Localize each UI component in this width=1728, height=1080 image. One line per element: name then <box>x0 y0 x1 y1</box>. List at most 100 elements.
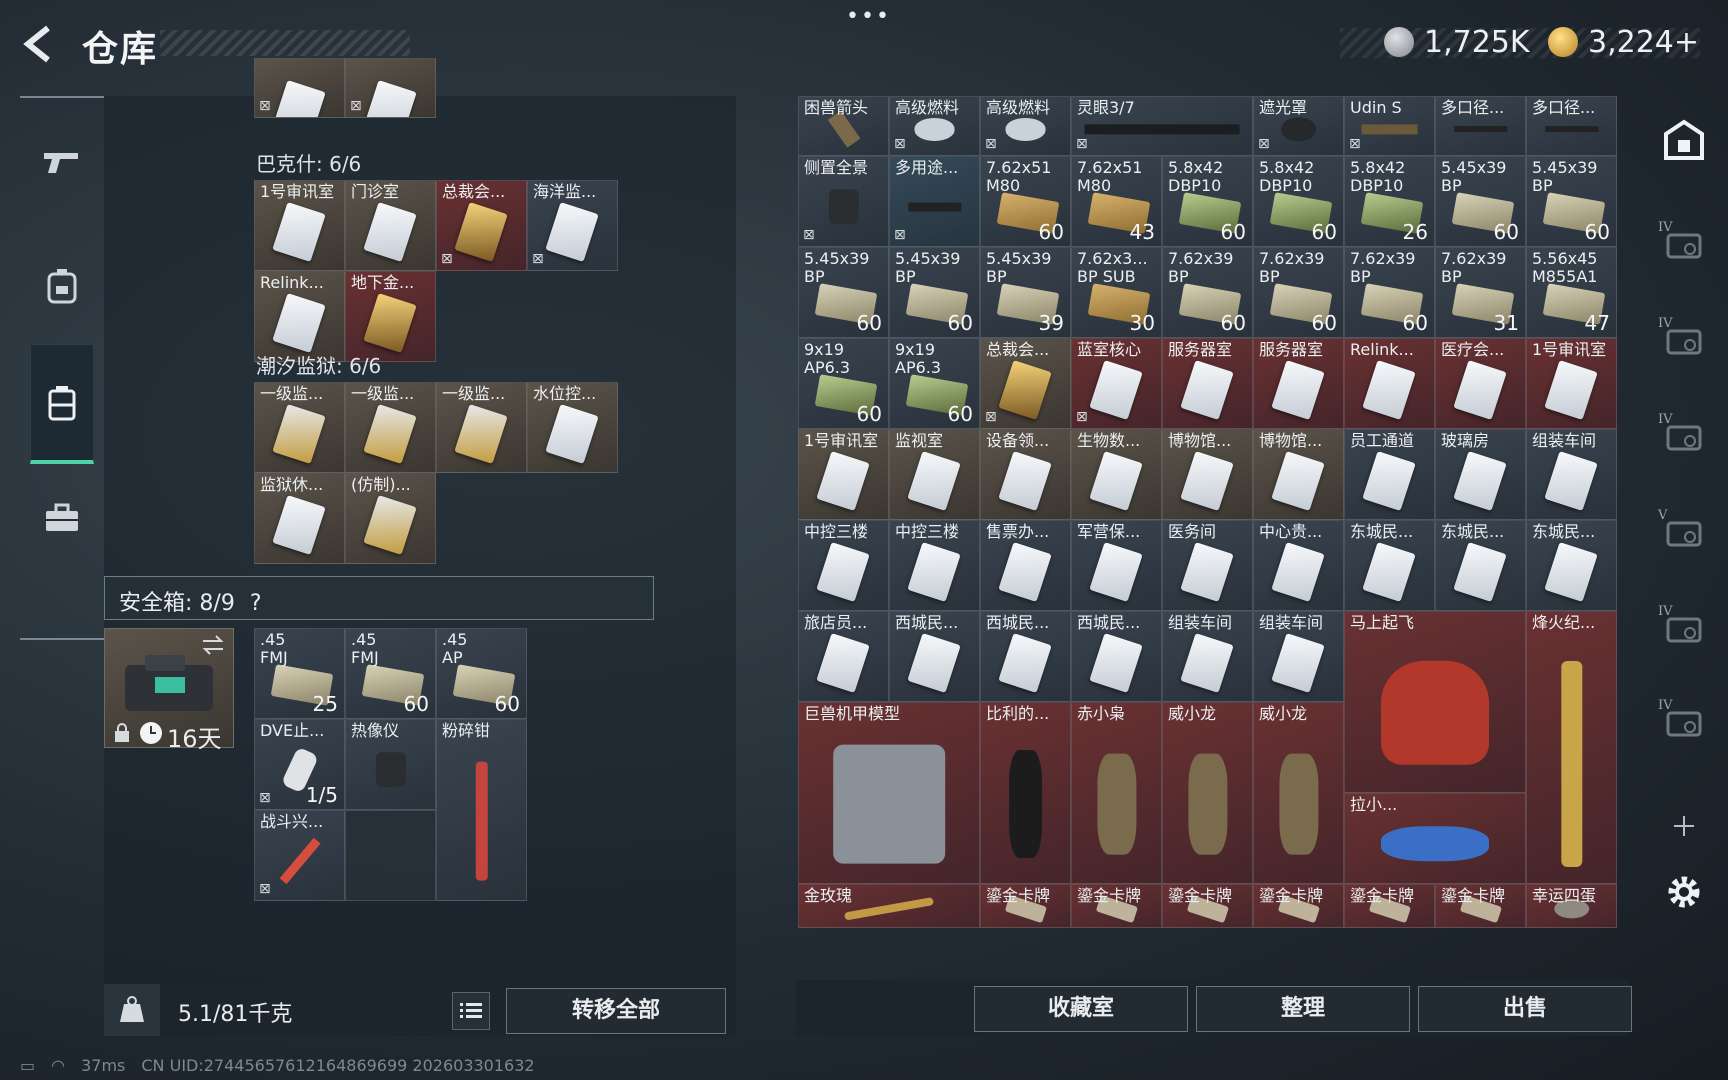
collectible-item[interactable]: 鎏金卡牌 <box>980 884 1071 928</box>
storage-item[interactable]: 中心贵... <box>1253 520 1344 611</box>
storage-item[interactable]: 设备领... <box>980 429 1071 520</box>
collectible-item[interactable]: 马上起飞 <box>1344 611 1526 793</box>
collectible-item[interactable]: 赤小枭 <box>1071 702 1162 884</box>
storage-item[interactable]: 7.62x51 M80 43 <box>1071 156 1162 247</box>
storage-item[interactable]: 1号审讯室 <box>1526 338 1617 429</box>
collectible-item[interactable]: 威小龙 <box>1162 702 1253 884</box>
storage-item[interactable]: 服务器室 <box>1162 338 1253 429</box>
help-icon[interactable]: ? <box>250 591 262 616</box>
storage-item[interactable]: 总裁会... ⊠ <box>980 338 1071 429</box>
storage-item[interactable]: 组装车间 <box>1253 611 1344 702</box>
storage-item[interactable]: 玻璃房 <box>1435 429 1526 520</box>
keycard-item[interactable]: 1号审讯室 <box>254 180 345 271</box>
collectible-item[interactable]: 鎏金卡牌 <box>1071 884 1162 928</box>
more-menu-icon[interactable]: ••• <box>846 4 891 29</box>
rail-settings[interactable] <box>1652 862 1716 926</box>
storage-item[interactable]: 遮光罩 ⊠ <box>1253 96 1344 156</box>
transfer-all-button[interactable]: 转移全部 <box>506 988 726 1034</box>
back-arrow-icon[interactable] <box>18 22 62 66</box>
storage-item[interactable]: 中控三楼 <box>889 520 980 611</box>
storage-item[interactable]: ⊠ <box>254 58 345 118</box>
storage-item[interactable]: 5.45x39 BP 60 <box>1435 156 1526 247</box>
list-view-button[interactable] <box>452 992 490 1030</box>
storage-item[interactable]: 9x19 AP6.3 60 <box>798 338 889 429</box>
empty-slot[interactable] <box>345 810 436 901</box>
rail-weapon[interactable] <box>30 102 94 222</box>
collectible-item[interactable]: 鎏金卡牌 <box>1344 884 1435 928</box>
rail-briefcase[interactable] <box>30 458 94 578</box>
rail-slot-iv-4[interactable]: IV <box>1652 598 1716 662</box>
keycard-item[interactable]: 一级监... <box>254 382 345 473</box>
sell-button[interactable]: 出售 <box>1418 986 1632 1032</box>
storage-item[interactable]: 7.62x39 BP 60 <box>1344 247 1435 338</box>
collectible-item[interactable]: 威小龙 <box>1253 702 1344 884</box>
storage-item[interactable]: 5.45x39 BP 60 <box>1526 156 1617 247</box>
storage-item[interactable]: 困兽箭头 <box>798 96 889 156</box>
collectible-item[interactable]: 巨兽机甲模型 <box>798 702 980 884</box>
storage-item[interactable]: 组装车间 <box>1162 611 1253 702</box>
storage-item[interactable]: 1号审讯室 <box>798 429 889 520</box>
safe-item[interactable]: 热像仪 <box>345 719 436 810</box>
storage-item[interactable]: 多口径... <box>1435 96 1526 156</box>
storage-item[interactable]: 高级燃料 ⊠ <box>889 96 980 156</box>
storage-item[interactable]: 博物馆... <box>1162 429 1253 520</box>
storage-item[interactable]: 侧置全景 ⊠ <box>798 156 889 247</box>
collection-room-button[interactable]: 收藏室 <box>974 986 1188 1032</box>
storage-item[interactable]: 5.8x42 DBP10 26 <box>1344 156 1435 247</box>
storage-item[interactable]: 员工通道 <box>1344 429 1435 520</box>
storage-item[interactable]: 多用途... ⊠ <box>889 156 980 247</box>
storage-item[interactable]: 蓝室核心 ⊠ <box>1071 338 1162 429</box>
rail-backpack[interactable] <box>30 226 94 346</box>
keycard-item[interactable]: 监狱休... <box>254 473 345 564</box>
collectible-item[interactable]: 幸运四蛋 <box>1526 884 1617 928</box>
storage-item[interactable]: 7.62x3... BP SUB 30 <box>1071 247 1162 338</box>
collectible-item[interactable]: 烽火纪... <box>1526 611 1617 884</box>
storage-item[interactable]: 医务间 <box>1162 520 1253 611</box>
storage-item[interactable]: 5.45x39 BP 60 <box>889 247 980 338</box>
storage-item[interactable]: 西城民... <box>980 611 1071 702</box>
storage-item[interactable]: 生物数... <box>1071 429 1162 520</box>
storage-item[interactable]: 服务器室 <box>1253 338 1344 429</box>
keycard-item[interactable]: Relink... <box>254 271 345 362</box>
storage-item[interactable]: 东城民... <box>1344 520 1435 611</box>
safe-item[interactable]: .45 FMJ 60 <box>345 628 436 719</box>
storage-item[interactable]: 组装车间 <box>1526 429 1617 520</box>
storage-item[interactable]: ⊠ <box>345 58 436 118</box>
storage-item[interactable]: 5.56x45 M855A1 47 <box>1526 247 1617 338</box>
collectible-item[interactable]: 拉小... <box>1344 793 1526 884</box>
storage-item[interactable]: 5.8x42 DBP10 60 <box>1253 156 1344 247</box>
rail-slot-iv-5[interactable]: IV <box>1652 692 1716 756</box>
rail-storage[interactable] <box>30 344 94 464</box>
storage-item[interactable]: 7.62x51 M80 60 <box>980 156 1071 247</box>
keycard-item[interactable]: 地下金... <box>345 271 436 362</box>
collectible-item[interactable]: 鎏金卡牌 <box>1435 884 1526 928</box>
sort-button[interactable]: 整理 <box>1196 986 1410 1032</box>
safe-item[interactable]: 战斗兴... ⊠ <box>254 810 345 901</box>
rail-home[interactable] <box>1652 110 1716 174</box>
storage-item[interactable]: 售票办... <box>980 520 1071 611</box>
storage-item[interactable]: 5.45x39 BP 60 <box>798 247 889 338</box>
keycard-item[interactable]: 总裁会... ⊠ <box>436 180 527 271</box>
keycard-item[interactable]: 水位控... <box>527 382 618 473</box>
storage-item[interactable]: Udin S ⊠ <box>1344 96 1435 156</box>
collectible-item[interactable]: 鎏金卡牌 <box>1253 884 1344 928</box>
collectible-item[interactable]: 鎏金卡牌 <box>1162 884 1253 928</box>
storage-item[interactable]: 西城民... <box>1071 611 1162 702</box>
gold-currency[interactable]: 3,224+ <box>1548 22 1699 62</box>
keycard-item[interactable]: 一级监... <box>345 382 436 473</box>
silver-currency[interactable]: 1,725K <box>1384 22 1530 62</box>
storage-item[interactable]: 多口径... <box>1526 96 1617 156</box>
rail-slot-v[interactable]: V <box>1652 502 1716 566</box>
safe-item[interactable]: .45 AP 60 <box>436 628 527 719</box>
safe-item[interactable]: DVE止... 1/5 ⊠ <box>254 719 345 810</box>
safe-item[interactable]: 粉碎钳 <box>436 719 527 901</box>
collectible-item[interactable]: 金玫瑰 <box>798 884 980 928</box>
storage-item[interactable]: 西城民... <box>889 611 980 702</box>
storage-item[interactable]: 博物馆... <box>1253 429 1344 520</box>
swap-icon[interactable] <box>201 635 225 655</box>
storage-item[interactable]: 东城民... <box>1435 520 1526 611</box>
storage-item[interactable]: Relink... <box>1344 338 1435 429</box>
storage-item[interactable]: 中控三楼 <box>798 520 889 611</box>
storage-item[interactable]: 7.62x39 BP 31 <box>1435 247 1526 338</box>
storage-item[interactable]: 监视室 <box>889 429 980 520</box>
